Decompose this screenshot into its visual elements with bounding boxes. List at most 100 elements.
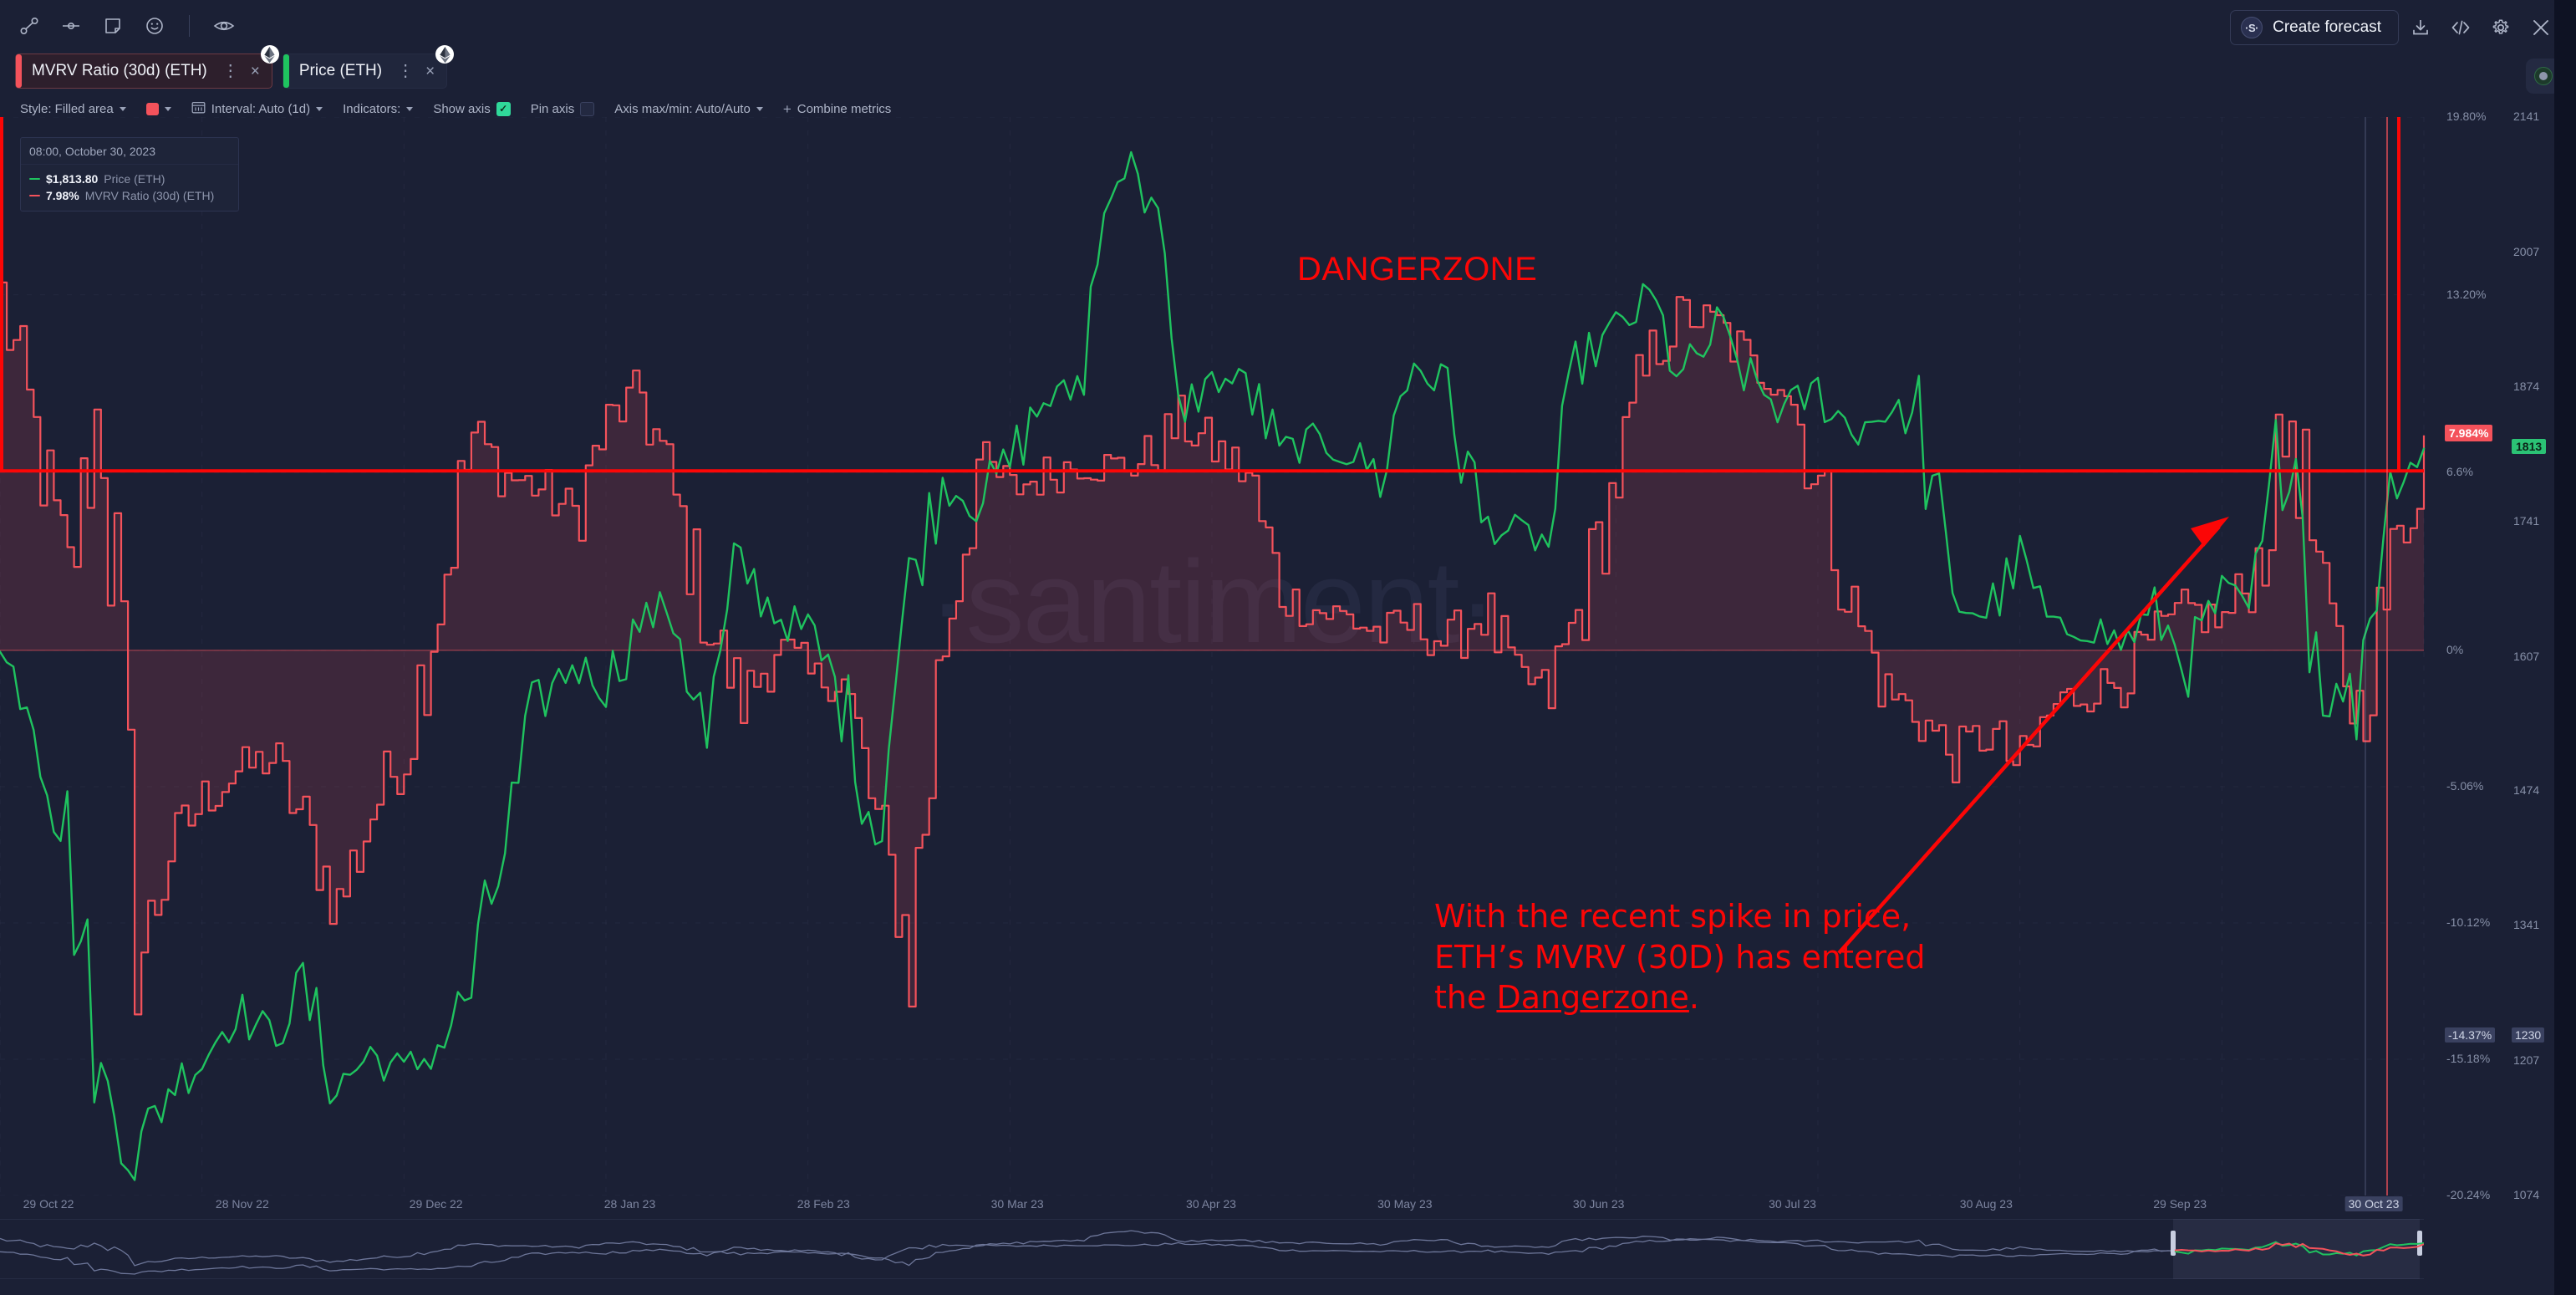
tab-mvrv-ratio[interactable]: MVRV Ratio (30d) (ETH) ⋮ × <box>15 45 279 89</box>
y-tick-price: 1874 <box>2513 379 2540 393</box>
y-tick-mvrv: 19.80% <box>2446 110 2487 123</box>
y-tick-price-highlight: 1813 <box>2512 438 2547 454</box>
eth-asset-icon <box>435 45 455 64</box>
chart-plot[interactable] <box>0 117 2576 1196</box>
create-forecast-label: Create forecast <box>2273 18 2381 36</box>
header-actions: ·S· Create forecast <box>2230 10 2559 45</box>
embed-code-icon[interactable] <box>2442 10 2479 45</box>
chevron-down-icon <box>316 106 323 111</box>
horizontal-line-icon[interactable] <box>57 12 85 40</box>
calendar-icon <box>191 100 206 118</box>
x-tick-label: 28 Feb 23 <box>797 1197 850 1211</box>
color-swatch-icon <box>145 102 159 115</box>
y-tick-mvrv-current: 7.984% <box>2445 424 2493 441</box>
x-tick-label: 30 Jul 23 <box>1769 1197 1816 1211</box>
tab-color-bar <box>283 54 289 88</box>
interval-label: Interval: Auto (1d) <box>211 101 311 116</box>
chevron-down-icon <box>119 106 126 111</box>
y-tick-price-current: 1230 <box>2512 1027 2545 1043</box>
y-tick-mvrv: -10.12% <box>2446 915 2491 929</box>
style-label: Style: Filled area <box>20 101 114 116</box>
pin-axis-label: Pin axis <box>530 101 575 116</box>
chart-tooltip-legend: 08:00, October 30, 2023 $1,813.80 Price … <box>20 137 239 212</box>
y-tick-price: 2007 <box>2513 245 2540 258</box>
y-tick-mvrv: -15.18% <box>2446 1051 2491 1065</box>
tooltip-row-mvrv: 7.98% MVRV Ratio (30d) (ETH) <box>29 187 230 204</box>
x-tick-label: 30 Aug 23 <box>1959 1197 2013 1211</box>
navigator-plot[interactable] <box>0 1219 2424 1279</box>
y-tick-price: 1474 <box>2513 783 2540 798</box>
x-tick-label: 29 Sep 23 <box>2153 1197 2207 1211</box>
combine-metrics-label: Combine metrics <box>797 101 892 116</box>
x-tick-label: 28 Nov 22 <box>215 1197 269 1211</box>
create-forecast-button[interactable]: ·S· Create forecast <box>2230 10 2399 45</box>
tab-close-icon[interactable]: × <box>425 64 435 79</box>
tab-label: MVRV Ratio (30d) (ETH) <box>32 62 207 79</box>
plus-icon: + <box>782 100 792 117</box>
x-axis: 29 Oct 22 28 Nov 22 29 Dec 22 28 Jan 23 28 F… <box>0 1196 2424 1217</box>
trend-line-icon[interactable] <box>15 12 43 40</box>
santiment-chart-app: ·S· Create forecast MVRV Ratio (30d) (ET… <box>0 0 2576 1295</box>
tab-color-bar <box>16 54 22 88</box>
tooltip-row-price: $1,813.80 Price (ETH) <box>29 171 230 187</box>
y-tick-price: 1074 <box>2513 1188 2540 1201</box>
series-color-dash <box>29 195 40 196</box>
tooltip-value: 7.98% <box>46 189 79 202</box>
y-tick-price: 1741 <box>2513 513 2540 528</box>
metric-tabs: MVRV Ratio (30d) (ETH) ⋮ × Price (ETH) ⋮… <box>15 45 455 89</box>
x-tick-label: 30 May 23 <box>1377 1197 1433 1211</box>
toolbar-divider <box>189 15 190 37</box>
x-tick-label: 29 Oct 22 <box>23 1197 74 1211</box>
chevron-down-icon <box>164 106 171 111</box>
y-tick-mvrv: -20.24% <box>2446 1188 2491 1201</box>
y-tick-price: 1207 <box>2513 1053 2540 1068</box>
y-tick-price: 1607 <box>2513 649 2540 663</box>
chart-navigator[interactable] <box>0 1219 2424 1279</box>
y-tick-mvrv: -5.06% <box>2446 778 2484 793</box>
eye-icon[interactable] <box>210 12 238 40</box>
tab-label: Price (ETH) <box>298 62 383 79</box>
chart-canvas[interactable]: ·santiment· 08:00, October 30, 2023 $1,8… <box>0 117 2576 1196</box>
tooltip-rows: $1,813.80 Price (ETH) 7.98% MVRV Ratio (… <box>21 165 238 211</box>
y-tick-mvrv-current: -14.37% <box>2445 1027 2496 1043</box>
gear-icon[interactable] <box>2482 10 2519 45</box>
y-tick-price-highlight: 1230 <box>2512 1027 2545 1043</box>
chevron-down-icon <box>406 106 414 111</box>
tab-close-icon[interactable]: × <box>251 64 260 79</box>
top-toolbar: ·S· Create forecast <box>0 0 2576 52</box>
x-tick-label: 30 Apr 23 <box>1186 1197 1236 1211</box>
axis-minmax-label: Axis max/min: Auto/Auto <box>614 101 751 116</box>
x-tick-label: 30 Mar 23 <box>990 1197 1044 1211</box>
chevron-down-icon <box>756 106 763 111</box>
indicators-label: Indicators: <box>343 101 401 116</box>
tab-price[interactable]: Price (ETH) ⋮ × <box>282 45 455 89</box>
emoji-icon[interactable] <box>140 12 169 40</box>
santiment-logo-icon: ·S· <box>2241 17 2263 38</box>
y-tick-price: 1341 <box>2513 918 2540 932</box>
x-tick-label: 30 Oct 23 <box>2344 1196 2403 1211</box>
eth-asset-icon <box>260 45 279 64</box>
checkbox-empty-icon[interactable] <box>580 101 595 116</box>
download-icon[interactable] <box>2402 10 2439 45</box>
y-tick-mvrv-highlight: 7.984% <box>2445 424 2493 441</box>
tooltip-date: 08:00, October 30, 2023 <box>21 138 238 165</box>
x-tick-label: 30 Jun 23 <box>1572 1197 1625 1211</box>
note-icon[interactable] <box>99 12 127 40</box>
x-tick-label: 28 Jan 23 <box>603 1197 656 1211</box>
y-tick-mvrv: 0% <box>2446 642 2464 656</box>
tooltip-series-name: MVRV Ratio (30d) (ETH) <box>84 189 215 202</box>
x-tick-label: 29 Dec 22 <box>409 1197 463 1211</box>
y-tick-price-current: 1813 <box>2512 438 2547 454</box>
y-tick-price: 2141 <box>2513 110 2540 123</box>
y-axis-mvrv[interactable]: 19.80% 13.20% 6.6% 0% -5.06% -10.12% -15.18% -2… <box>2443 110 2518 1201</box>
y-tick-mvrv: 6.6% <box>2446 465 2473 479</box>
tooltip-value: $1,813.80 <box>46 172 99 186</box>
record-dot-icon <box>2534 67 2553 85</box>
y-tick-mvrv: 13.20% <box>2446 287 2487 301</box>
right-edge-strip <box>2554 0 2576 1295</box>
tooltip-series-name: Price (ETH) <box>104 172 165 186</box>
series-color-dash <box>29 178 40 180</box>
show-axis-label: Show axis <box>433 101 491 116</box>
y-tick-mvrv-highlight: -14.37% <box>2445 1027 2496 1043</box>
checkmark-icon[interactable]: ✓ <box>496 101 511 116</box>
